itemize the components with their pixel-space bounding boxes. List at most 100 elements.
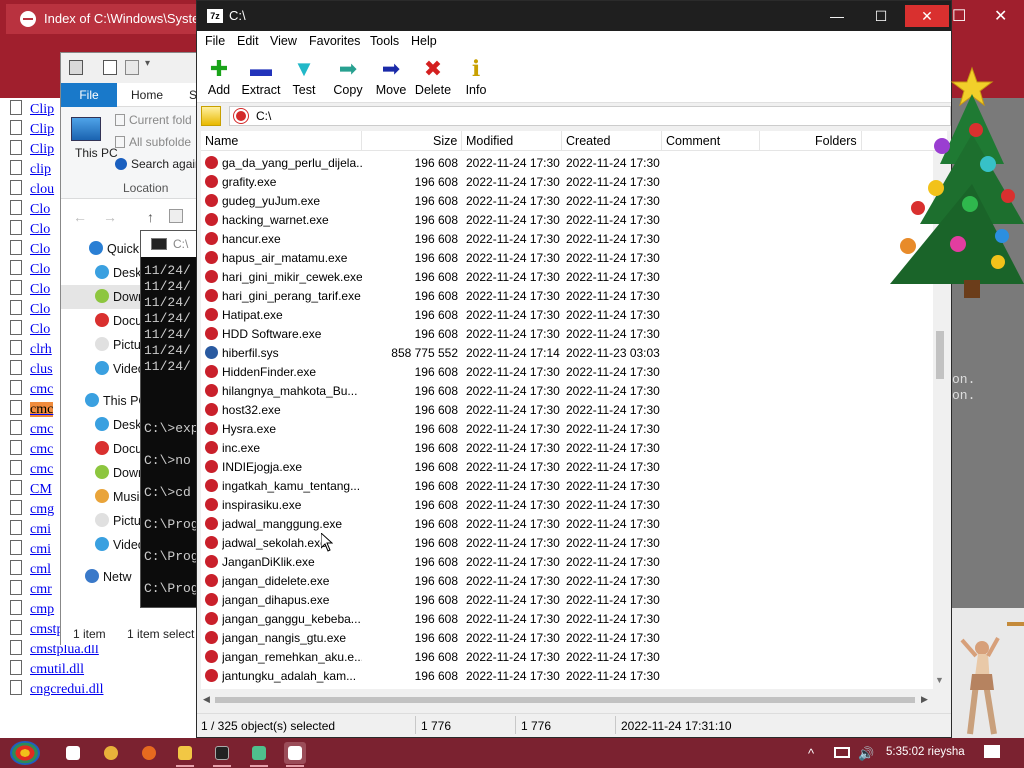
column-folders[interactable]: Folders xyxy=(815,134,857,148)
move-button[interactable]: ➡ Move xyxy=(367,55,415,101)
file-row[interactable]: hari_gini_perang_tarif.exe 196 608 2022-11… xyxy=(201,286,931,305)
file-explorer-icon[interactable] xyxy=(174,742,196,764)
file-row[interactable]: hacking_warnet.exe 196 608 2022-11-24 17:3… xyxy=(201,210,931,229)
directory-link[interactable]: Clo xyxy=(10,260,50,280)
directory-link[interactable]: cml xyxy=(10,560,51,580)
delete-button[interactable]: ✖ Delete xyxy=(409,55,457,101)
directory-link[interactable]: clip xyxy=(10,160,51,180)
file-row[interactable]: hancur.exe 196 608 2022-11-24 17:30 2022-11… xyxy=(201,229,931,248)
task-view-icon[interactable] xyxy=(62,742,84,764)
file-row[interactable]: jantungku_adalah_kam... 196 608 2022-11-24… xyxy=(201,666,931,685)
file-row[interactable]: Hatipat.exe 196 608 2022-11-24 17:30 2022-1… xyxy=(201,305,931,324)
tab-file[interactable]: File xyxy=(61,83,117,107)
directory-link[interactable]: cmc xyxy=(10,400,54,420)
this-pc-label[interactable]: This PC xyxy=(75,147,118,160)
directory-link[interactable]: cmi xyxy=(10,540,51,560)
scroll-down-arrow[interactable]: ▼ xyxy=(935,675,944,685)
file-row[interactable]: ingatkah_kamu_tentang... 196 608 2022-11-2… xyxy=(201,476,931,495)
directory-link[interactable]: cmutil.dll xyxy=(10,660,84,680)
browser-tab[interactable]: Index of C:\Windows\System32 xyxy=(6,4,206,34)
directory-link[interactable]: Clo xyxy=(10,240,50,260)
file-row[interactable]: jangan_remehkan_aku.e... 196 608 2022-11-2… xyxy=(201,647,931,666)
browser-maximize-button[interactable]: ☐ xyxy=(952,6,966,26)
column-comment[interactable]: Comment xyxy=(666,134,720,148)
directory-link[interactable]: Clo xyxy=(10,320,50,340)
column-created[interactable]: Created xyxy=(566,134,610,148)
file-row[interactable]: grafity.exe 196 608 2022-11-24 17:30 2022-1… xyxy=(201,172,931,191)
file-row[interactable]: jangan_nangis_gtu.exe 196 608 2022-11-24 1… xyxy=(201,628,931,647)
directory-link[interactable]: Clo xyxy=(10,200,50,220)
menu-tools[interactable]: Tools xyxy=(370,34,399,48)
file-row[interactable]: INDIEjogja.exe 196 608 2022-11-24 17:30 202… xyxy=(201,457,931,476)
add-button[interactable]: ✚ Add xyxy=(195,55,243,101)
all-subfolders-option[interactable]: All subfolde xyxy=(115,135,191,149)
file-row[interactable]: JanganDiKlik.exe 196 608 2022-11-24 17:30 2… xyxy=(201,552,931,571)
tray-overflow-icon[interactable]: ^ xyxy=(808,746,814,761)
network-icon[interactable] xyxy=(834,747,850,758)
scroll-left-arrow[interactable]: ◀ xyxy=(203,694,210,705)
file-row[interactable]: HiddenFinder.exe 196 608 2022-11-24 17:30 2… xyxy=(201,362,931,381)
directory-link[interactable]: clou xyxy=(10,180,54,200)
column-modified[interactable]: Modified xyxy=(466,134,513,148)
file-row[interactable]: jangan_dihapus.exe 196 608 2022-11-24 17:3… xyxy=(201,590,931,609)
horizontal-scrollbar[interactable]: ◀ ▶ xyxy=(201,693,931,707)
scrollbar-thumb[interactable] xyxy=(936,331,944,379)
column-name[interactable]: Name xyxy=(205,134,238,148)
file-row[interactable]: inspirasiku.exe 196 608 2022-11-24 17:30 20… xyxy=(201,495,931,514)
directory-link[interactable]: Clo xyxy=(10,300,50,320)
directory-link[interactable]: Clip xyxy=(10,100,54,120)
file-row[interactable]: inc.exe 196 608 2022-11-24 17:30 2022-11-24… xyxy=(201,438,931,457)
extract-button[interactable]: ▬ Extract xyxy=(237,55,285,101)
start-button[interactable] xyxy=(10,741,40,765)
directory-link[interactable]: cmr xyxy=(10,580,52,600)
notepad-icon[interactable] xyxy=(248,742,270,764)
file-row[interactable]: ga_da_yang_perlu_dijela... 196 608 2022-11… xyxy=(201,153,931,172)
directory-link[interactable]: Clo xyxy=(10,220,50,240)
volume-icon[interactable]: 🔊 xyxy=(858,746,874,762)
directory-link[interactable]: cmc xyxy=(10,440,53,460)
file-row[interactable]: hilangnya_mahkota_Bu... 196 608 2022-11-24… xyxy=(201,381,931,400)
directory-link[interactable]: Clo xyxy=(10,280,50,300)
7zip-icon[interactable] xyxy=(284,742,306,764)
back-arrow-icon[interactable]: ← xyxy=(73,209,87,225)
tab-home[interactable]: Home xyxy=(131,88,163,102)
chevron-down-icon[interactable]: ▾ xyxy=(145,58,150,69)
firefox-icon[interactable] xyxy=(138,742,160,764)
file-row[interactable]: hiberfil.sys 858 775 552 2022-11-24 17:14 2… xyxy=(201,343,931,362)
maximize-button[interactable]: ☐ xyxy=(859,5,903,27)
h-scrollbar-thumb[interactable] xyxy=(215,697,915,703)
file-row[interactable]: hapus_air_matamu.exe 196 608 2022-11-24 17… xyxy=(201,248,931,267)
directory-link[interactable]: Clip xyxy=(10,140,54,160)
new-folder-icon[interactable] xyxy=(125,60,139,75)
up-arrow-icon[interactable]: ↑ xyxy=(147,209,154,225)
notifications-icon[interactable] xyxy=(984,745,1000,758)
close-button[interactable]: ✕ xyxy=(905,5,949,27)
menu-favorites[interactable]: Favorites xyxy=(309,34,360,48)
directory-link[interactable]: clus xyxy=(10,360,53,380)
menu-help[interactable]: Help xyxy=(411,34,437,48)
directory-link[interactable]: cmc xyxy=(10,420,53,440)
file-row[interactable]: host32.exe 196 608 2022-11-24 17:30 2022-11… xyxy=(201,400,931,419)
directory-link[interactable]: cmc xyxy=(10,460,53,480)
directory-link[interactable]: cngcredui.dll xyxy=(10,680,103,700)
directory-link[interactable]: Clip xyxy=(10,120,54,140)
copy-button[interactable]: ➡ Copy xyxy=(324,55,372,101)
directory-link[interactable]: clrh xyxy=(10,340,52,360)
browser-close-button[interactable]: ✕ xyxy=(994,6,1007,26)
properties-icon[interactable] xyxy=(69,60,83,75)
file-row[interactable]: hari_gini_mikir_cewek.exe 196 608 2022-11-… xyxy=(201,267,931,286)
search-again-option[interactable]: Search again xyxy=(115,157,202,171)
scroll-right-arrow[interactable]: ▶ xyxy=(921,694,928,705)
cmd-icon[interactable] xyxy=(211,742,233,764)
chrome-icon[interactable] xyxy=(100,742,122,764)
directory-link[interactable]: cmc xyxy=(10,380,53,400)
directory-link[interactable]: cmg xyxy=(10,500,54,520)
file-row[interactable]: HDD Software.exe 196 608 2022-11-24 17:30 2… xyxy=(201,324,931,343)
forward-arrow-icon[interactable]: → xyxy=(103,209,117,225)
directory-link[interactable]: CM xyxy=(10,480,52,500)
file-row[interactable]: jangan_didelete.exe 196 608 2022-11-24 17:… xyxy=(201,571,931,590)
checkbox-icon[interactable] xyxy=(103,60,117,75)
file-row[interactable]: jadwal_sekolah.exe 196 608 2022-11-24 17:3… xyxy=(201,533,931,552)
column-size[interactable]: Size xyxy=(433,134,457,148)
file-row[interactable]: jangan_ganggu_kebeba... 196 608 2022-11-24… xyxy=(201,609,931,628)
